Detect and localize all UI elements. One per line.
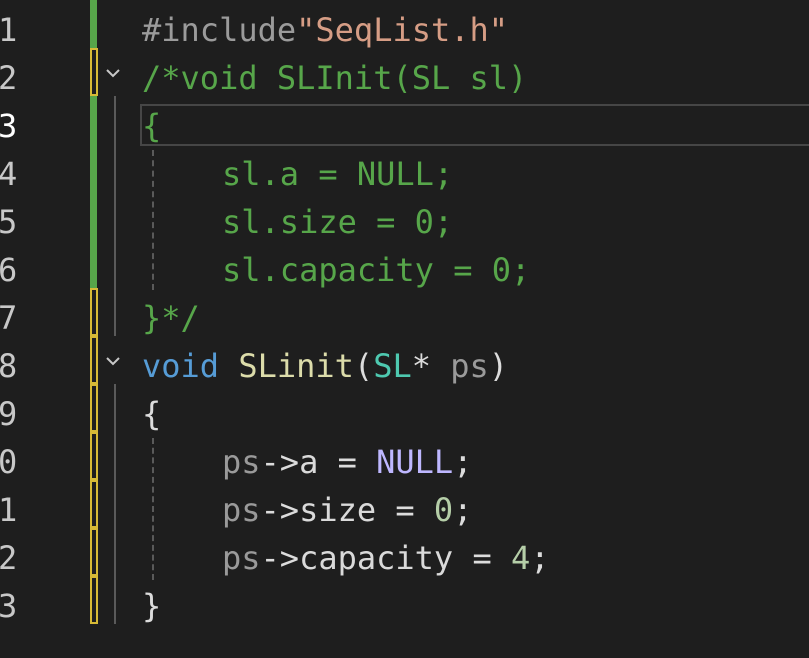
line-number: 8 xyxy=(0,347,18,385)
line-number: 4 xyxy=(0,155,18,193)
code-token: ( xyxy=(353,347,374,385)
code-line[interactable]: 8 void SLinit(SL* ps) xyxy=(0,336,809,390)
line-number: 6 xyxy=(0,251,18,289)
code-token: ) xyxy=(488,347,509,385)
code-token: SL xyxy=(373,347,412,385)
code-token: NULL xyxy=(376,443,454,481)
code-text[interactable]: void SLinit(SL* ps) xyxy=(142,348,508,384)
code-line[interactable]: 2 ps->capacity = 4; xyxy=(0,528,809,582)
saved-change-marker xyxy=(90,0,97,48)
code-token: = xyxy=(453,539,511,577)
code-text[interactable]: ps->capacity = 4; xyxy=(222,540,550,576)
code-token: = xyxy=(318,443,377,481)
code-token: ps xyxy=(222,539,261,577)
code-token: }*/ xyxy=(142,299,200,337)
code-token: { xyxy=(142,395,162,433)
code-text[interactable]: { xyxy=(142,108,161,144)
code-token: size xyxy=(299,491,377,529)
code-token: "SeqList.h" xyxy=(296,11,509,49)
line-number: 1 xyxy=(0,11,18,49)
code-token: #include xyxy=(142,11,297,49)
code-token: a xyxy=(299,443,319,481)
line-number: 1 xyxy=(0,491,18,529)
code-line[interactable]: 7 }*/ xyxy=(0,288,809,342)
code-token: ps xyxy=(222,443,261,481)
code-token: } xyxy=(142,587,162,625)
line-number: 7 xyxy=(0,299,18,337)
code-token: = xyxy=(376,491,434,529)
line-number: 2 xyxy=(0,59,18,97)
code-token: ; xyxy=(530,539,550,577)
code-token: ; xyxy=(453,443,473,481)
code-token: -> xyxy=(260,443,300,481)
line-number: 3 xyxy=(0,587,18,625)
code-line[interactable]: 5 sl.size = 0; xyxy=(0,192,809,246)
saved-change-marker xyxy=(90,96,97,144)
code-line[interactable]: 0 ps->a = NULL; xyxy=(0,432,809,486)
code-token: -> xyxy=(260,491,300,529)
code-token: ps xyxy=(450,347,489,385)
code-editor[interactable]: 1 #include"SeqList.h" 2 /*void SLInit(SL sl… xyxy=(0,0,809,658)
code-token: sl.size = 0; xyxy=(222,203,454,241)
code-token: { xyxy=(142,107,162,145)
code-text[interactable]: { xyxy=(142,396,161,432)
code-text[interactable]: #include"SeqList.h" xyxy=(142,12,508,48)
saved-change-marker xyxy=(90,240,97,288)
code-line[interactable]: 6 sl.capacity = 0; xyxy=(0,240,809,294)
unsaved-change-marker xyxy=(90,480,98,528)
code-text[interactable]: } xyxy=(142,588,161,624)
code-token: capacity xyxy=(299,539,454,577)
code-line[interactable]: 3} xyxy=(0,576,809,630)
unsaved-change-marker xyxy=(90,576,98,624)
unsaved-change-marker xyxy=(90,384,98,432)
code-text[interactable]: sl.a = NULL; xyxy=(222,156,453,192)
line-number: 5 xyxy=(0,203,18,241)
unsaved-change-marker xyxy=(90,336,98,384)
code-token: -> xyxy=(260,539,300,577)
code-token: SLinit xyxy=(238,347,354,385)
code-text[interactable]: sl.capacity = 0; xyxy=(222,252,530,288)
code-token: /*void SLInit(SL sl) xyxy=(142,59,528,97)
chevron-down-icon[interactable] xyxy=(104,352,122,370)
saved-change-marker xyxy=(90,144,97,192)
code-text[interactable]: ps->size = 0; xyxy=(222,492,472,528)
line-number: 0 xyxy=(0,443,18,481)
unsaved-change-marker xyxy=(90,432,98,480)
unsaved-change-marker xyxy=(90,528,98,576)
unsaved-change-marker xyxy=(90,288,98,336)
code-token: sl.capacity = 0; xyxy=(222,251,531,289)
code-token: * xyxy=(411,347,451,385)
code-token: ; xyxy=(453,491,473,529)
code-token: 0 xyxy=(433,491,454,529)
code-line[interactable]: 9{ xyxy=(0,384,809,438)
line-number: 3 xyxy=(0,107,18,145)
code-line[interactable]: 1 #include"SeqList.h" xyxy=(0,0,809,54)
saved-change-marker xyxy=(90,192,97,240)
code-line[interactable]: 2 /*void SLInit(SL sl) xyxy=(0,48,809,102)
code-text[interactable]: /*void SLInit(SL sl) xyxy=(142,60,527,96)
code-text[interactable]: sl.size = 0; xyxy=(222,204,453,240)
code-token: void xyxy=(142,347,220,385)
code-token: sl.a = NULL; xyxy=(222,155,454,193)
line-number: 9 xyxy=(0,395,18,433)
code-token: 4 xyxy=(510,539,531,577)
code-token: ps xyxy=(222,491,261,529)
code-text[interactable]: }*/ xyxy=(142,300,200,336)
code-line[interactable]: 1 ps->size = 0; xyxy=(0,480,809,534)
code-line[interactable]: 4 sl.a = NULL; xyxy=(0,144,809,198)
unsaved-change-marker xyxy=(90,48,98,96)
code-text[interactable]: ps->a = NULL; xyxy=(222,444,472,480)
chevron-down-icon[interactable] xyxy=(104,64,122,82)
line-number: 2 xyxy=(0,539,18,577)
code-line[interactable]: 3{ xyxy=(0,96,809,150)
